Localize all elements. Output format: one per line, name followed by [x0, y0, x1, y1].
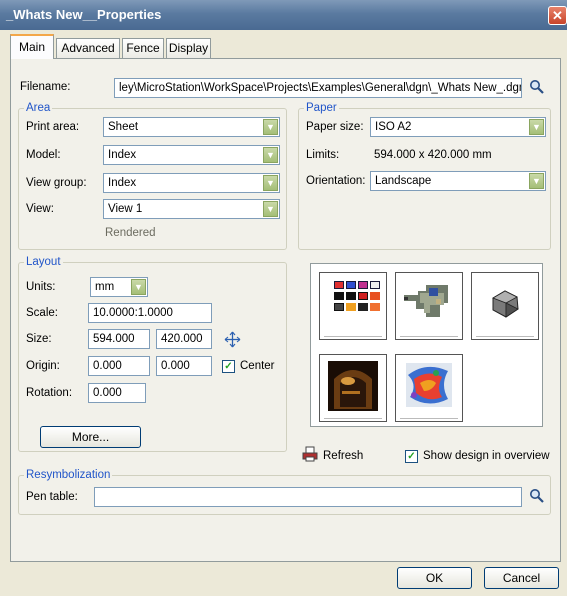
paper-legend: Paper	[304, 101, 339, 115]
size-height-input[interactable]: 420.000	[156, 329, 212, 349]
maximize-button[interactable]	[224, 331, 241, 348]
chevron-down-icon: ▼	[263, 147, 278, 163]
filename-field[interactable]: ley\MicroStation\WorkSpace\Projects\Exam…	[114, 78, 522, 98]
thumbnail-5-image	[406, 363, 452, 407]
thumbnail-1[interactable]	[319, 272, 387, 340]
tab-fence[interactable]: Fence	[122, 38, 164, 58]
show-design-label: Show design in overview	[423, 450, 550, 462]
chevron-down-icon: ▼	[263, 175, 278, 191]
resymbolization-legend: Resymbolization	[24, 468, 113, 482]
search-icon	[530, 80, 544, 94]
refresh-button-icon[interactable]	[302, 446, 318, 462]
view-group-label: View group:	[26, 177, 87, 189]
scale-label: Scale:	[26, 307, 58, 319]
paper-size-label: Paper size:	[306, 121, 364, 133]
print-area-value: Sheet	[108, 121, 139, 133]
scale-input[interactable]: 10.0000:1.0000	[88, 303, 212, 323]
thumbnail-4[interactable]	[319, 354, 387, 422]
thumbnail-5[interactable]	[395, 354, 463, 422]
paper-size-select[interactable]: ISO A2 ▼	[370, 117, 546, 137]
area-legend: Area	[24, 101, 53, 115]
units-label: Units:	[26, 281, 56, 293]
printer-icon	[302, 446, 318, 462]
layout-group	[18, 262, 287, 452]
view-select[interactable]: View 1 ▼	[103, 199, 280, 219]
chevron-down-icon: ▼	[131, 279, 146, 295]
pen-table-field[interactable]	[94, 487, 522, 507]
more-button[interactable]: More...	[40, 426, 141, 448]
layout-legend: Layout	[24, 255, 63, 269]
search-icon	[530, 489, 544, 503]
rendered-label: Rendered	[105, 227, 156, 239]
orientation-select[interactable]: Landscape ▼	[370, 171, 546, 191]
units-select[interactable]: mm ▼	[90, 277, 148, 297]
thumbnail-2-image	[404, 285, 448, 317]
close-button[interactable]: ✕	[548, 6, 567, 25]
window-title: _Whats New__Properties	[0, 0, 567, 30]
orientation-value: Landscape	[375, 175, 432, 187]
rotation-input[interactable]: 0.000	[88, 383, 146, 403]
close-icon: ✕	[552, 8, 563, 23]
size-label: Size:	[26, 333, 52, 345]
center-label: Center	[240, 360, 275, 372]
origin-label: Origin:	[26, 360, 60, 372]
limits-label: Limits:	[306, 149, 340, 161]
thumbnail-2[interactable]	[395, 272, 463, 340]
cancel-button[interactable]: Cancel	[484, 567, 559, 589]
filename-search-button[interactable]	[528, 78, 546, 96]
refresh-label[interactable]: Refresh	[323, 448, 363, 464]
units-value: mm	[95, 281, 115, 293]
model-value: Index	[108, 149, 137, 161]
view-value: View 1	[108, 203, 143, 215]
limits-value: 594.000 x 420.000 mm	[374, 149, 492, 161]
thumbnail-3-image	[492, 290, 519, 318]
tab-main[interactable]: Main	[10, 34, 54, 59]
preview-frame	[310, 263, 543, 427]
print-area-select[interactable]: Sheet ▼	[103, 117, 280, 137]
pen-table-label: Pen table:	[26, 491, 78, 503]
origin-y-input[interactable]: 0.000	[156, 356, 212, 376]
tab-display[interactable]: Display	[166, 38, 211, 58]
tab-advanced[interactable]: Advanced	[56, 38, 120, 58]
model-select[interactable]: Index ▼	[103, 145, 280, 165]
view-label: View:	[26, 203, 54, 215]
view-group-select[interactable]: Index ▼	[103, 173, 280, 193]
size-width-input[interactable]: 594.000	[88, 329, 150, 349]
pen-table-search-button[interactable]	[528, 487, 546, 505]
chevron-down-icon: ▼	[529, 173, 544, 189]
chevron-down-icon: ▼	[263, 201, 278, 217]
model-label: Model:	[26, 149, 61, 161]
center-checkbox[interactable]: ✓	[222, 360, 235, 373]
show-design-checkbox[interactable]: ✓	[405, 450, 418, 463]
thumbnail-3[interactable]	[471, 272, 539, 340]
thumbnail-1-image	[334, 281, 380, 311]
orientation-label: Orientation:	[306, 175, 366, 187]
origin-x-input[interactable]: 0.000	[88, 356, 150, 376]
thumbnail-4-image	[328, 361, 378, 411]
maximize-icon	[224, 331, 241, 348]
chevron-down-icon: ▼	[529, 119, 544, 135]
ok-button[interactable]: OK	[397, 567, 472, 589]
print-area-label: Print area:	[26, 121, 80, 133]
rotation-label: Rotation:	[26, 387, 73, 399]
paper-size-value: ISO A2	[375, 121, 412, 133]
filename-label: Filename:	[20, 81, 71, 93]
view-group-value: Index	[108, 177, 137, 189]
chevron-down-icon: ▼	[263, 119, 278, 135]
